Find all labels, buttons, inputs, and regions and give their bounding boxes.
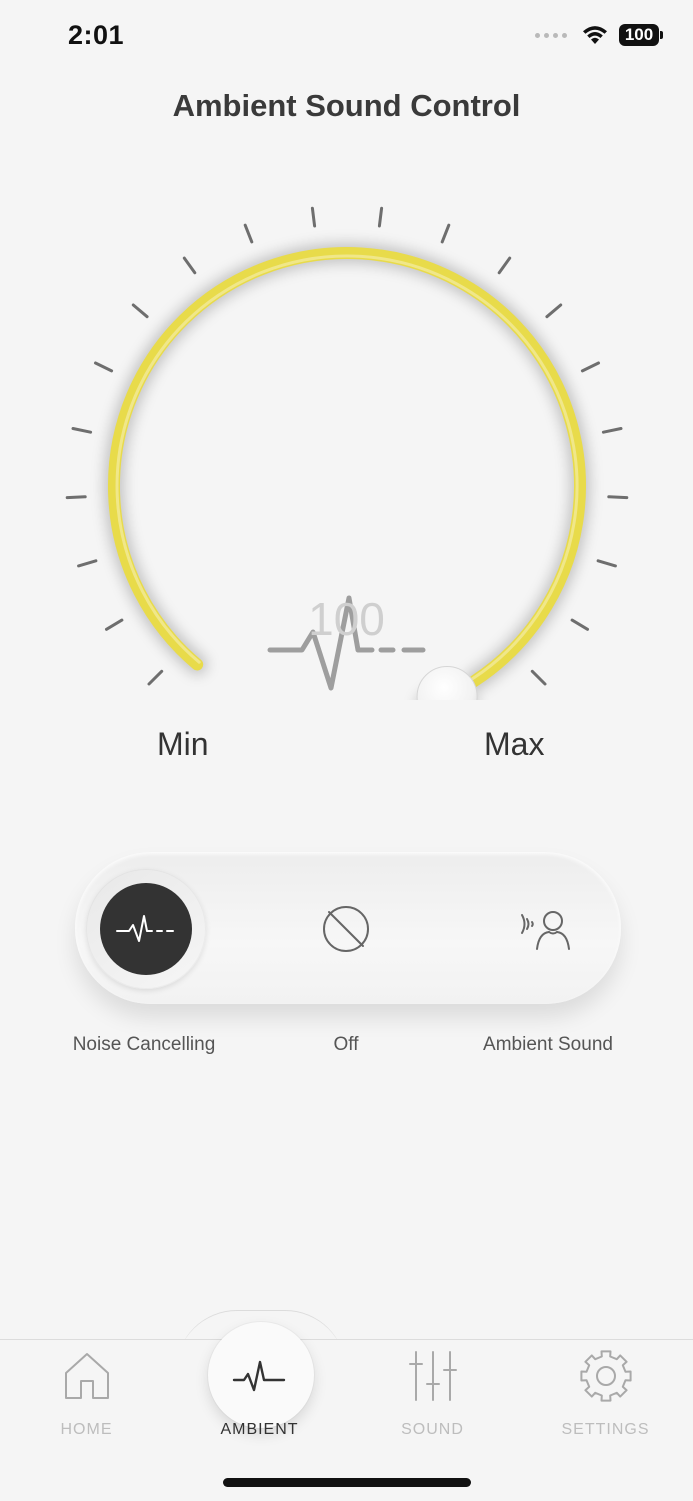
- status-time: 2:01: [68, 20, 125, 50]
- noise-cancelling-button[interactable]: [100, 883, 192, 975]
- dial-tick: [131, 303, 149, 319]
- dial-tick: [530, 669, 547, 686]
- off-button[interactable]: [306, 889, 386, 969]
- dial-min-label: Min: [157, 726, 209, 762]
- dial-tick: [601, 427, 623, 434]
- signal-dots-icon: [535, 32, 567, 38]
- dial-tick: [580, 361, 600, 373]
- dial-tick: [71, 427, 93, 434]
- dial-tick: [596, 559, 617, 568]
- mode-label-off: Off: [333, 1034, 359, 1055]
- dial-tick: [182, 256, 197, 275]
- gear-icon: [579, 1350, 632, 1402]
- dial-tick: [94, 361, 114, 373]
- dial-tick: [77, 559, 98, 568]
- dial-tick: [65, 495, 87, 500]
- person-sound-icon: [521, 911, 570, 950]
- dial-tick: [440, 223, 451, 244]
- mode-label-ambient-sound: Ambient Sound: [483, 1034, 613, 1055]
- circle-slash-icon: [323, 906, 369, 952]
- tab-home-label: HOME: [60, 1421, 113, 1438]
- tab-sound-label: SOUND: [401, 1421, 464, 1438]
- tab-home[interactable]: HOME: [0, 1345, 173, 1445]
- dial-tick: [147, 669, 164, 686]
- dial-tick: [310, 206, 317, 228]
- tab-settings-label: SETTINGS: [561, 1421, 650, 1438]
- dial-tick: [377, 206, 384, 228]
- dial-max-label: Max: [484, 726, 545, 762]
- home-indicator[interactable]: [223, 1478, 471, 1487]
- waveform-icon: [116, 915, 174, 942]
- dial-tick: [243, 223, 254, 244]
- sliders-icon: [408, 1351, 457, 1401]
- dial-tick: [545, 303, 563, 319]
- tab-sound[interactable]: SOUND: [346, 1345, 519, 1445]
- dial-value: 100: [308, 593, 385, 645]
- wifi-icon: [583, 26, 607, 44]
- dial-tick: [497, 256, 512, 275]
- waveform-icon: [232, 1360, 285, 1392]
- battery-icon: 100: [619, 24, 663, 46]
- battery-level: 100: [624, 25, 654, 44]
- status-icons: 100: [535, 24, 663, 46]
- ambient-sound-button[interactable]: [508, 889, 588, 969]
- dial-tick: [607, 495, 629, 500]
- tab-settings[interactable]: SETTINGS: [519, 1345, 692, 1445]
- page-title: Ambient Sound Control: [172, 88, 521, 123]
- tab-ambient[interactable]: AMBIENT: [173, 1345, 346, 1445]
- tab-ambient-label: AMBIENT: [220, 1421, 299, 1438]
- home-icon: [64, 1353, 109, 1399]
- mode-label-noise-cancelling: Noise Cancelling: [72, 1034, 216, 1055]
